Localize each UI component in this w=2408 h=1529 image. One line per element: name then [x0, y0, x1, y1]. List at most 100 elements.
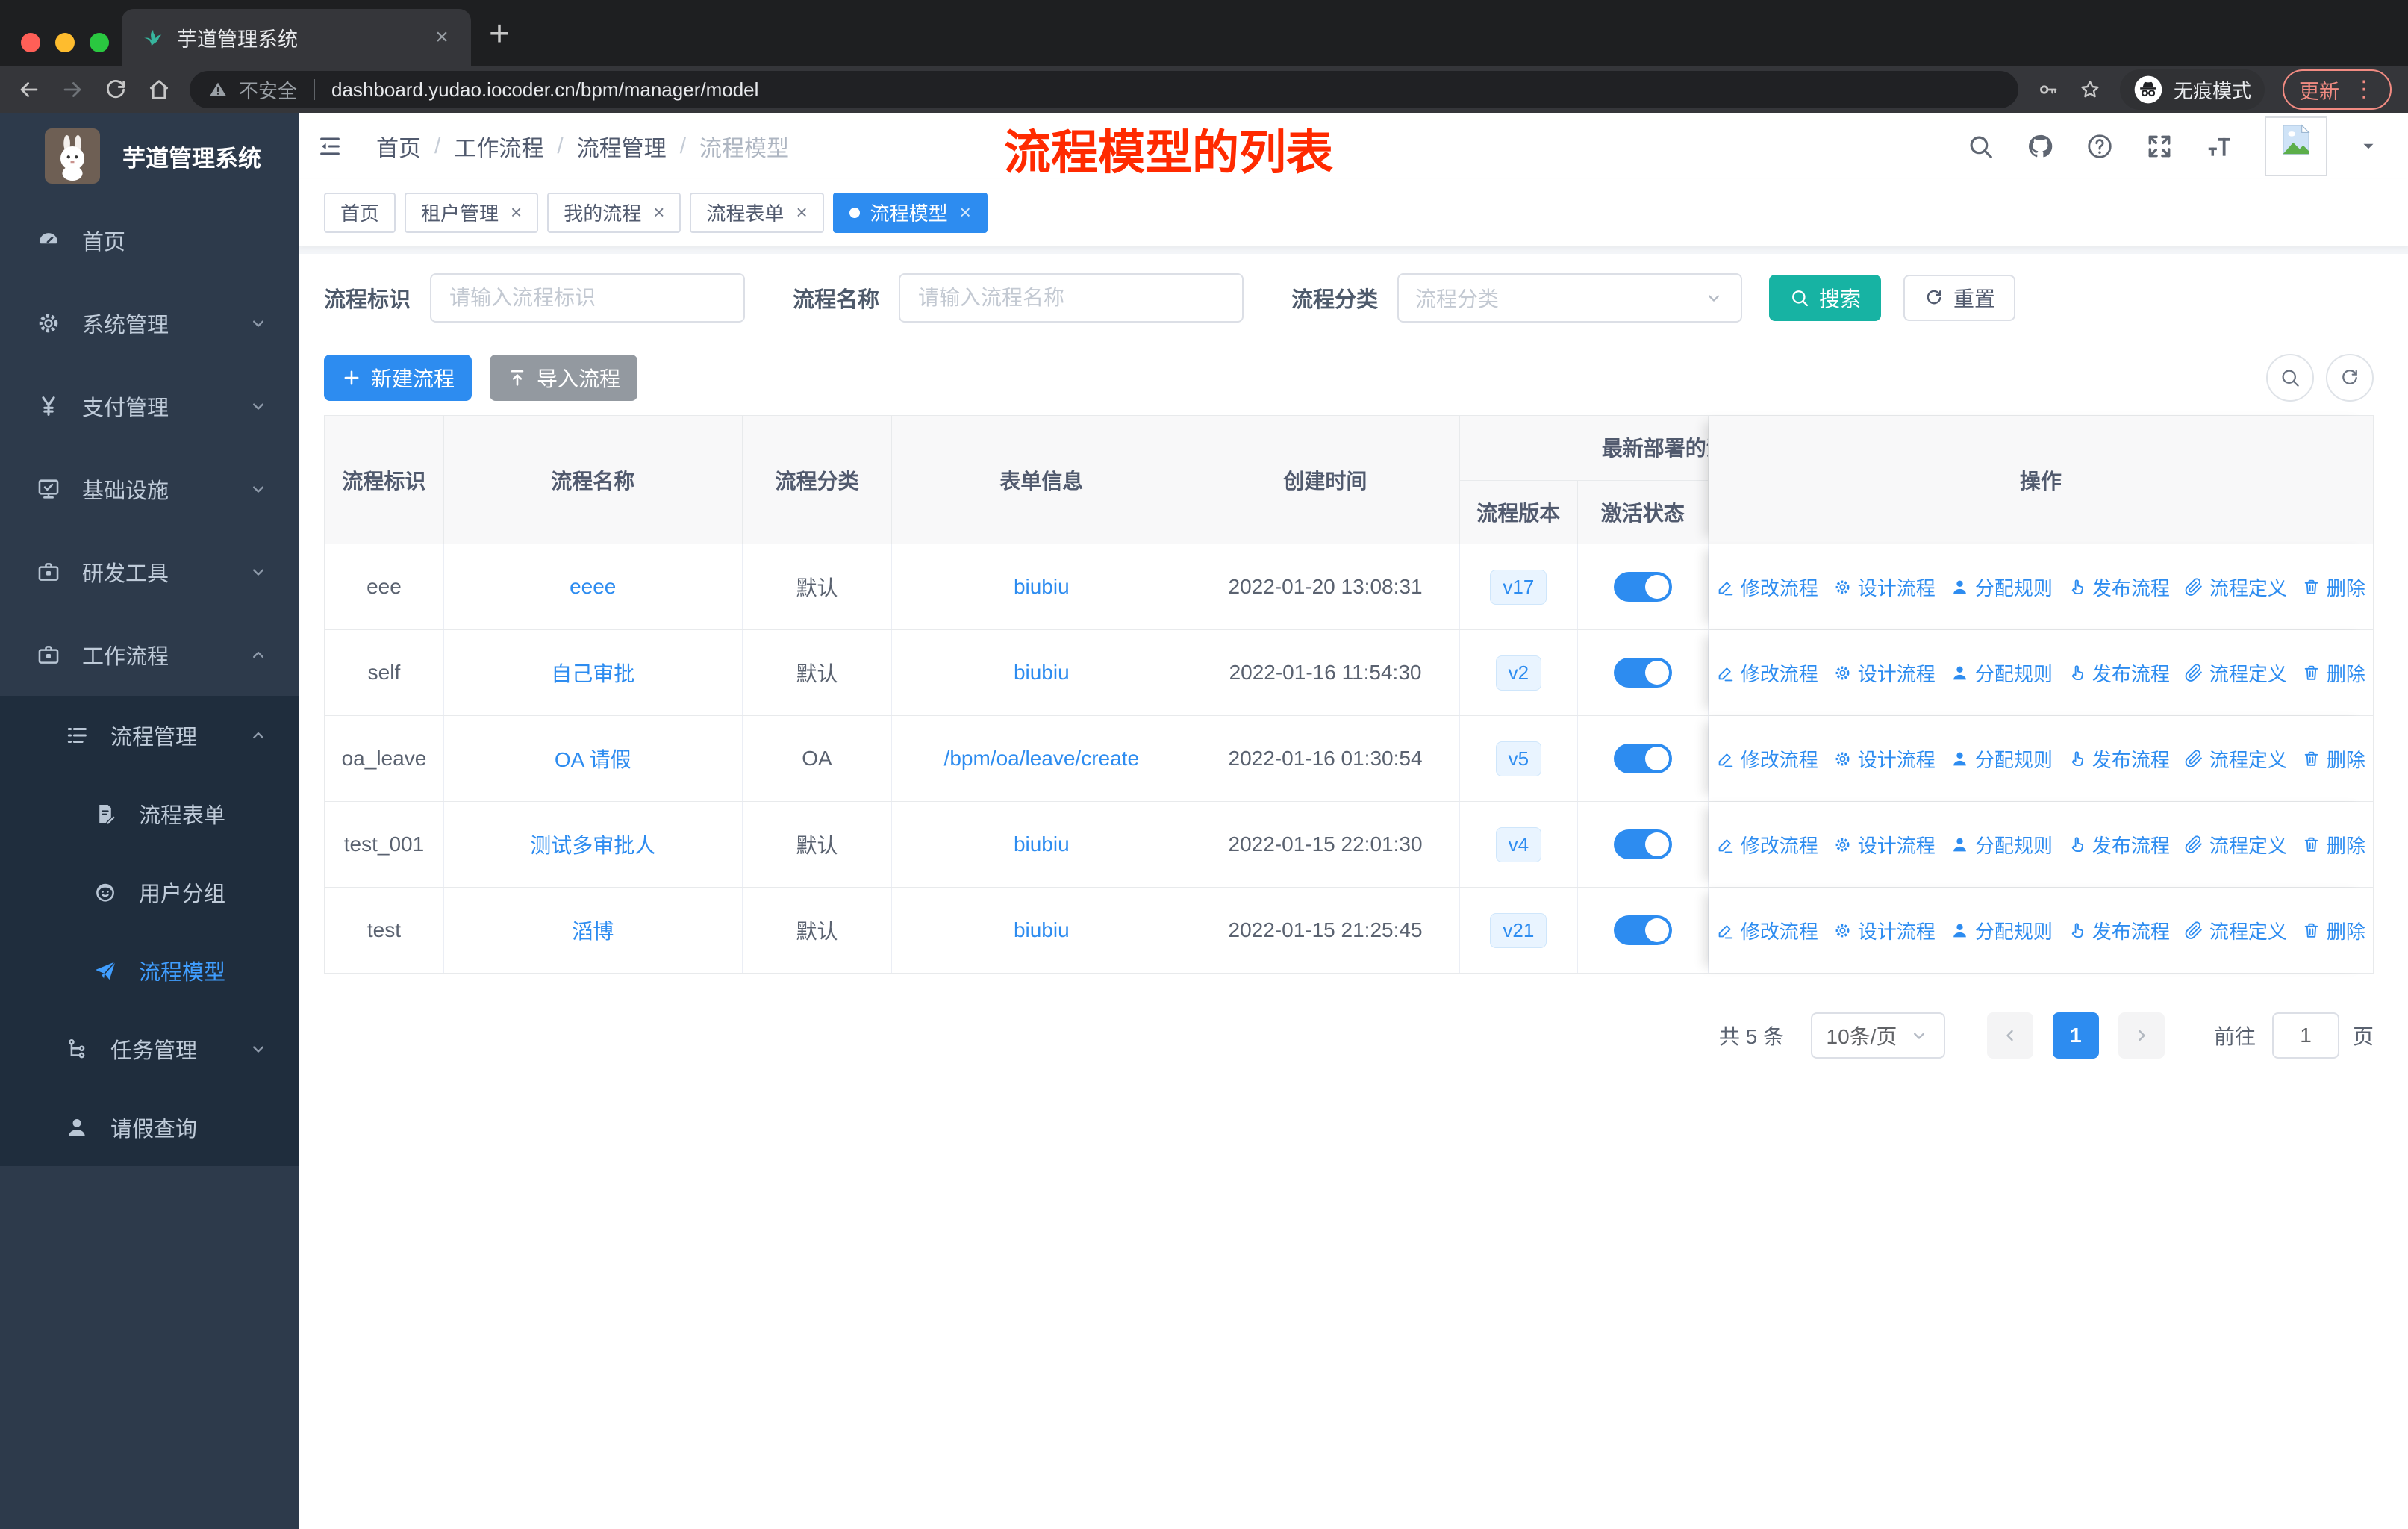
tag-tab-3[interactable]: 流程表单 ×	[690, 192, 824, 233]
breadcrumb-item[interactable]: 工作流程	[454, 130, 543, 163]
process-key-input[interactable]	[430, 273, 746, 323]
sidebar-item-user-group[interactable]: 用户分组	[0, 853, 299, 931]
action-edit[interactable]: 修改流程	[1716, 659, 1818, 687]
process-name-link[interactable]: 测试多审批人	[530, 829, 655, 859]
form-link[interactable]: biubiu	[1014, 575, 1070, 599]
fullscreen-icon[interactable]	[2145, 132, 2174, 161]
github-icon[interactable]	[2026, 132, 2054, 161]
close-icon[interactable]: ×	[960, 201, 971, 224]
action-definition[interactable]: 流程定义	[2185, 917, 2287, 944]
active-toggle[interactable]	[1613, 829, 1672, 859]
tag-tab-1[interactable]: 租户管理 ×	[405, 192, 539, 233]
action-definition[interactable]: 流程定义	[2185, 573, 2287, 601]
active-toggle[interactable]	[1613, 744, 1672, 773]
help-icon[interactable]	[2086, 132, 2114, 161]
action-publish[interactable]: 发布流程	[2068, 917, 2170, 944]
active-toggle[interactable]	[1613, 915, 1672, 945]
goto-page-input[interactable]	[2271, 1012, 2339, 1059]
browser-tab[interactable]: 芋道管理系统 ×	[122, 9, 471, 66]
process-name-link[interactable]: 滔博	[572, 915, 614, 945]
url-text[interactable]: dashboard.yudao.iocoder.cn/bpm/manager/m…	[331, 78, 758, 102]
sidebar-item-system[interactable]: 系统管理	[0, 281, 299, 364]
action-edit[interactable]: 修改流程	[1716, 745, 1818, 773]
action-assign[interactable]: 分配规则	[1950, 573, 2053, 601]
form-link[interactable]: biubiu	[1014, 661, 1070, 685]
next-page-button[interactable]	[2118, 1012, 2165, 1059]
tab-close-icon[interactable]: ×	[431, 25, 453, 50]
action-assign[interactable]: 分配规则	[1950, 831, 2053, 859]
breadcrumb-item[interactable]: 首页	[376, 130, 421, 163]
sidebar-item-process-form[interactable]: 流程表单	[0, 774, 299, 853]
action-assign[interactable]: 分配规则	[1950, 745, 2053, 773]
action-publish[interactable]: 发布流程	[2068, 573, 2170, 601]
show-search-button[interactable]	[2266, 354, 2314, 402]
sidebar-item-task-manage[interactable]: 任务管理	[0, 1009, 299, 1088]
process-name-link[interactable]: OA 请假	[555, 744, 631, 773]
action-publish[interactable]: 发布流程	[2068, 831, 2170, 859]
import-process-button[interactable]: 导入流程	[490, 355, 637, 401]
page-size-select[interactable]: 10条/页	[1810, 1012, 1945, 1059]
create-process-button[interactable]: 新建流程	[324, 355, 472, 401]
tag-tab-4[interactable]: 流程模型 ×	[832, 192, 988, 233]
sidebar-item-home[interactable]: 首页	[0, 199, 299, 281]
forward-icon[interactable]	[60, 77, 85, 102]
close-window-button[interactable]	[21, 33, 40, 52]
key-icon[interactable]	[2036, 78, 2060, 102]
close-icon[interactable]: ×	[796, 201, 807, 224]
form-link[interactable]: /bpm/oa/leave/create	[944, 747, 1140, 770]
action-edit[interactable]: 修改流程	[1716, 917, 1818, 944]
sidebar-item-payment[interactable]: 支付管理	[0, 364, 299, 447]
reset-button[interactable]: 重置	[1903, 275, 2016, 321]
action-definition[interactable]: 流程定义	[2185, 659, 2287, 687]
search-button[interactable]: 搜索	[1769, 275, 1882, 321]
action-definition[interactable]: 流程定义	[2185, 745, 2287, 773]
app-logo[interactable]: 芋道管理系统	[0, 113, 299, 199]
process-name-link[interactable]: 自己审批	[551, 658, 634, 688]
address-bar[interactable]: 不安全 dashboard.yudao.iocoder.cn/bpm/manag…	[190, 71, 2018, 108]
sidebar-item-infra[interactable]: 基础设施	[0, 447, 299, 530]
process-name-input[interactable]	[899, 273, 1244, 323]
action-delete[interactable]: 删除	[2302, 745, 2365, 773]
active-toggle[interactable]	[1613, 572, 1672, 602]
sidebar-item-process-model[interactable]: 流程模型	[0, 931, 299, 1009]
action-delete[interactable]: 删除	[2302, 917, 2365, 944]
breadcrumb-item[interactable]: 流程管理	[577, 130, 667, 163]
process-category-select[interactable]: 流程分类	[1397, 273, 1743, 323]
close-icon[interactable]: ×	[511, 201, 522, 224]
user-avatar[interactable]	[2265, 116, 2327, 176]
search-icon[interactable]	[1966, 132, 1994, 161]
action-publish[interactable]: 发布流程	[2068, 745, 2170, 773]
reload-icon[interactable]	[103, 77, 128, 102]
home-icon[interactable]	[146, 77, 172, 102]
tag-tab-2[interactable]: 我的流程 ×	[547, 192, 681, 233]
refresh-table-button[interactable]	[2326, 354, 2374, 402]
traffic-lights[interactable]	[21, 33, 109, 52]
chevron-down-icon[interactable]	[2359, 137, 2378, 156]
sidebar-collapse-icon[interactable]	[315, 134, 345, 159]
maximize-window-button[interactable]	[90, 33, 109, 52]
action-design[interactable]: 设计流程	[1833, 917, 1936, 944]
action-edit[interactable]: 修改流程	[1716, 573, 1818, 601]
action-delete[interactable]: 删除	[2302, 573, 2365, 601]
action-definition[interactable]: 流程定义	[2185, 831, 2287, 859]
form-link[interactable]: biubiu	[1014, 918, 1070, 942]
process-name-link[interactable]: eeee	[570, 575, 616, 599]
prev-page-button[interactable]	[1986, 1012, 2033, 1059]
action-design[interactable]: 设计流程	[1833, 659, 1936, 687]
sidebar-item-process-manage[interactable]: 流程管理	[0, 696, 299, 774]
action-design[interactable]: 设计流程	[1833, 831, 1936, 859]
back-icon[interactable]	[16, 77, 42, 102]
tag-tab-0[interactable]: 首页	[324, 192, 396, 233]
action-edit[interactable]: 修改流程	[1716, 831, 1818, 859]
active-toggle[interactable]	[1613, 658, 1672, 688]
form-link[interactable]: biubiu	[1014, 832, 1070, 856]
close-icon[interactable]: ×	[653, 201, 664, 224]
action-publish[interactable]: 发布流程	[2068, 659, 2170, 687]
browser-update-button[interactable]: 更新 ⋮	[2283, 69, 2392, 110]
sidebar-item-workflow[interactable]: 工作流程	[0, 613, 299, 696]
action-delete[interactable]: 删除	[2302, 831, 2365, 859]
font-size-icon[interactable]	[2205, 132, 2233, 161]
action-design[interactable]: 设计流程	[1833, 573, 1936, 601]
browser-menu-icon[interactable]: ⋮	[2353, 78, 2375, 101]
current-page-button[interactable]: 1	[2052, 1012, 2099, 1059]
